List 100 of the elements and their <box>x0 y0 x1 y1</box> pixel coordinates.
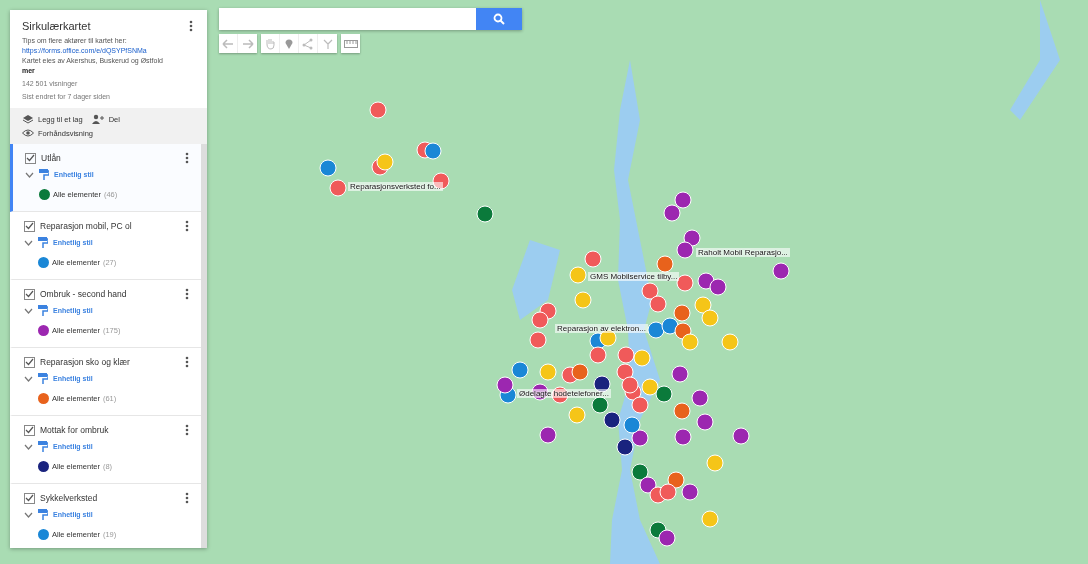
route-icon <box>321 37 334 50</box>
hand-icon <box>264 37 276 50</box>
map-marker[interactable] <box>369 101 387 119</box>
map-marker[interactable] <box>631 463 649 481</box>
layer-options-icon[interactable] <box>183 288 191 300</box>
map-marker[interactable] <box>697 272 715 290</box>
chevron-icon[interactable] <box>24 375 33 382</box>
map-marker[interactable] <box>539 363 557 381</box>
map-marker[interactable] <box>681 483 699 501</box>
layer-name: Utlån <box>41 153 62 163</box>
map-marker[interactable] <box>641 282 659 300</box>
map-marker[interactable] <box>616 363 634 381</box>
map-marker[interactable] <box>647 321 665 339</box>
map-marker[interactable] <box>641 378 659 396</box>
map-marker[interactable] <box>539 426 557 444</box>
chevron-icon[interactable] <box>25 171 34 178</box>
map-marker[interactable] <box>633 349 651 367</box>
map-marker[interactable] <box>424 142 442 160</box>
layer-checkbox[interactable] <box>24 492 35 504</box>
map-marker[interactable] <box>709 278 727 296</box>
map-marker[interactable] <box>706 454 724 472</box>
map-marker[interactable] <box>655 385 673 403</box>
map-marker[interactable] <box>376 153 394 171</box>
layer-options-icon[interactable] <box>183 492 191 504</box>
map-marker[interactable] <box>658 529 676 547</box>
map-marker[interactable] <box>721 333 739 351</box>
search-field[interactable] <box>219 8 476 30</box>
marker-label: Raholt Mobil Reparasjo... <box>696 248 790 257</box>
map-marker[interactable] <box>631 396 649 414</box>
map-marker[interactable] <box>571 363 589 381</box>
undo-icon <box>222 38 234 49</box>
map-marker[interactable] <box>476 205 494 223</box>
map-marker[interactable] <box>661 317 679 335</box>
layer-name: Reparasjon mobil, PC ol <box>40 221 133 231</box>
search-button[interactable] <box>476 8 522 30</box>
map-marker[interactable] <box>696 413 714 431</box>
map-marker[interactable] <box>623 416 641 434</box>
undo-button[interactable] <box>219 34 238 53</box>
map-marker[interactable] <box>511 361 529 379</box>
layer-checkbox[interactable] <box>25 152 36 164</box>
map-marker[interactable] <box>319 159 337 177</box>
layer-name: Ombruk - second hand <box>40 289 128 299</box>
line-tool-button[interactable] <box>299 34 318 53</box>
map-marker[interactable] <box>683 229 701 247</box>
map-marker[interactable] <box>676 241 694 259</box>
map-marker[interactable] <box>674 191 692 209</box>
layer-options-icon[interactable] <box>183 220 191 232</box>
layer-checkbox[interactable] <box>24 424 35 436</box>
layer-options-icon[interactable] <box>183 424 191 436</box>
layers-icon <box>22 114 34 124</box>
map-marker[interactable] <box>701 510 719 528</box>
map-marker[interactable] <box>674 428 692 446</box>
map-marker[interactable] <box>531 311 549 329</box>
map-marker[interactable] <box>496 376 514 394</box>
ruler-button[interactable] <box>341 34 360 53</box>
map-marker[interactable] <box>631 429 649 447</box>
layer-options-icon[interactable] <box>183 152 191 164</box>
map-marker[interactable] <box>329 179 347 197</box>
map-marker[interactable] <box>659 483 677 501</box>
map-marker[interactable] <box>639 476 657 494</box>
map-marker[interactable] <box>649 295 667 313</box>
map-marker[interactable] <box>732 427 750 445</box>
map-marker[interactable] <box>671 365 689 383</box>
map-marker[interactable] <box>772 262 790 280</box>
chevron-icon[interactable] <box>24 511 33 518</box>
map-marker[interactable] <box>529 331 547 349</box>
map-marker[interactable] <box>574 291 592 309</box>
map-marker[interactable] <box>694 296 712 314</box>
map-marker[interactable] <box>599 329 617 347</box>
map-marker[interactable] <box>591 396 609 414</box>
layer-checkbox[interactable] <box>24 288 35 300</box>
map-marker[interactable] <box>673 304 691 322</box>
map-marker[interactable] <box>691 389 709 407</box>
layer-name: Sykkelverksted <box>40 493 99 503</box>
map-marker[interactable] <box>593 375 611 393</box>
more-options-icon[interactable] <box>187 20 195 32</box>
map-marker[interactable] <box>681 333 699 351</box>
layer-checkbox[interactable] <box>24 220 35 232</box>
map-marker[interactable] <box>676 274 694 292</box>
map-marker[interactable] <box>603 411 621 429</box>
map-marker[interactable] <box>673 402 691 420</box>
paint-roller-icon <box>38 237 48 248</box>
layer-options-icon[interactable] <box>183 356 191 368</box>
map-marker[interactable] <box>701 309 719 327</box>
chevron-icon[interactable] <box>24 443 33 450</box>
map-marker[interactable] <box>589 346 607 364</box>
layer-checkbox[interactable] <box>24 356 35 368</box>
redo-button[interactable] <box>238 34 257 53</box>
map-marker[interactable] <box>667 471 685 489</box>
map-marker[interactable] <box>584 250 602 268</box>
chevron-icon[interactable] <box>24 307 33 314</box>
map-marker[interactable] <box>569 266 587 284</box>
marker-tool-button[interactable] <box>280 34 299 53</box>
map-marker[interactable] <box>656 255 674 273</box>
ruler-icon <box>343 39 358 48</box>
map-marker[interactable] <box>616 438 634 456</box>
map-marker[interactable] <box>663 204 681 222</box>
chevron-icon[interactable] <box>24 239 33 246</box>
map-marker[interactable] <box>568 406 586 424</box>
map-marker[interactable] <box>617 346 635 364</box>
